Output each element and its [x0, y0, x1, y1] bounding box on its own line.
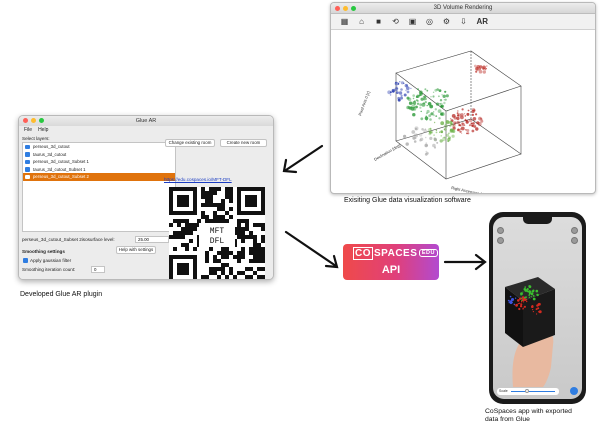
arrow-glue-to-api: [284, 230, 338, 268]
arrow-vr-to-glue: [284, 144, 324, 172]
arrowhead-vr-to-glue: [282, 158, 298, 174]
flow-arrows: [282, 144, 487, 271]
